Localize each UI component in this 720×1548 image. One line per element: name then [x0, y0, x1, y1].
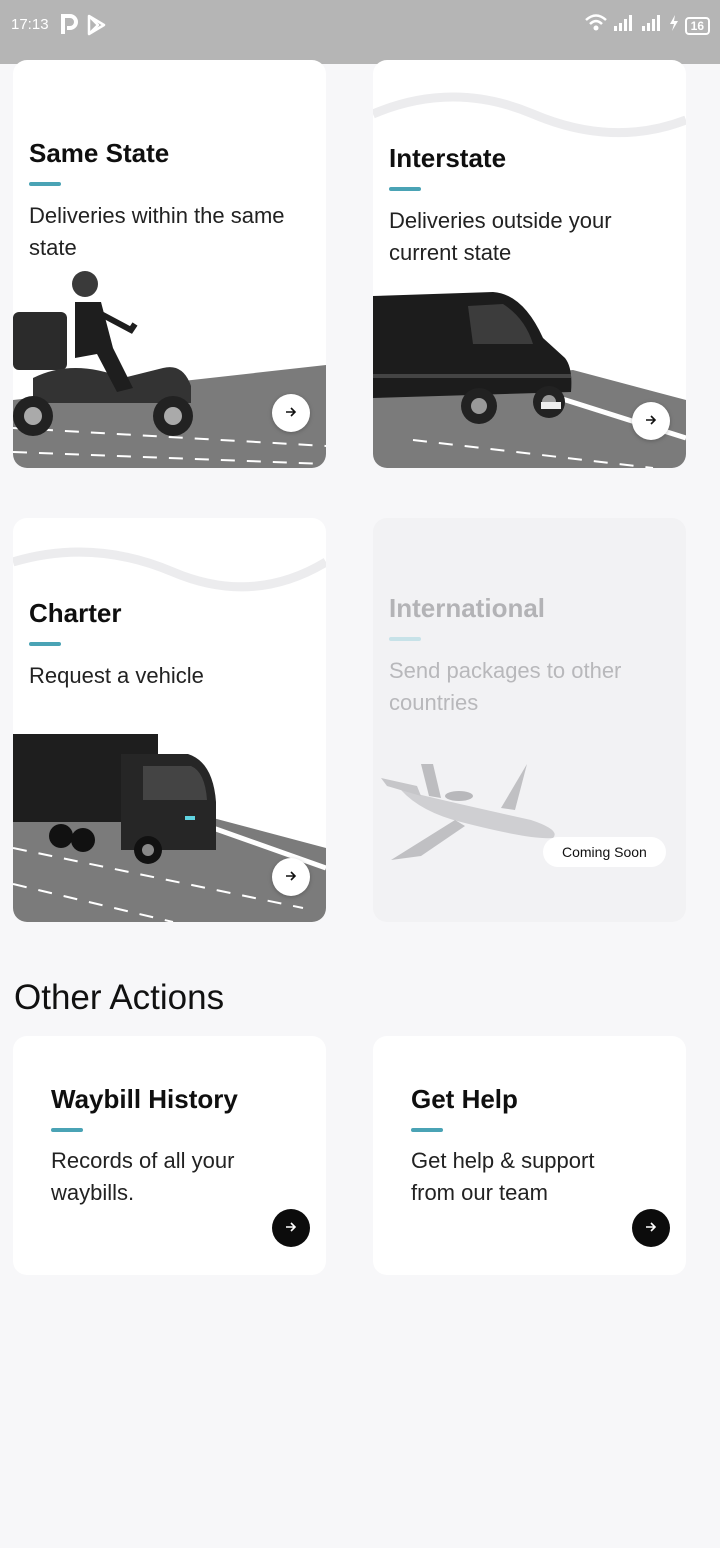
same-state-arrow-button[interactable]: [272, 394, 310, 432]
card-title: Same State: [29, 138, 170, 168]
arrow-right-icon: [285, 868, 297, 886]
section-title: Other Actions: [14, 978, 225, 1017]
charter-arrow-button[interactable]: [272, 858, 310, 896]
card-title: Waybill History: [51, 1084, 238, 1114]
card-title: Get Help: [411, 1084, 518, 1114]
airplane-icon: [381, 764, 555, 860]
get-help-card[interactable]: Get Help Get help & support from our tea…: [373, 1036, 686, 1275]
charter-card[interactable]: Charter Request a vehicle: [13, 518, 326, 922]
accent-bar: [29, 642, 61, 646]
waybill-history-card[interactable]: Waybill History Records of all your wayb…: [13, 1036, 326, 1275]
card-description: Send packages to other countries: [389, 658, 622, 715]
signal-icon: [613, 14, 635, 37]
accent-bar: [411, 1128, 443, 1132]
interstate-arrow-button[interactable]: [632, 402, 670, 440]
card-title: International: [389, 593, 546, 623]
arrow-right-icon: [645, 1219, 657, 1237]
play-store-icon: [86, 14, 106, 41]
coming-soon-badge: Coming Soon: [543, 837, 666, 867]
status-bar: 17:13 16: [0, 0, 720, 64]
charging-icon: [669, 14, 679, 37]
arrow-right-icon: [285, 1219, 297, 1237]
international-card: International Send packages to other cou…: [373, 518, 686, 922]
card-title: Interstate: [389, 143, 507, 173]
card-description: Request a vehicle: [29, 663, 204, 688]
waybill-history-arrow-button[interactable]: [272, 1209, 310, 1247]
accent-bar: [51, 1128, 83, 1132]
card-description: Records of all your waybills.: [51, 1148, 235, 1205]
accent-bar: [389, 637, 421, 641]
card-description: Deliveries outside your current state: [389, 208, 612, 265]
truck-icon: [13, 734, 216, 864]
interstate-card[interactable]: Interstate Deliveries outside your curre…: [373, 60, 686, 468]
card-description: Deliveries within the same state: [29, 203, 285, 260]
parking-app-icon: [60, 14, 78, 41]
van-icon: [373, 292, 572, 424]
signal-icon: [641, 14, 663, 37]
card-description: Get help & support from our team: [411, 1148, 595, 1205]
battery-indicator: 16: [684, 16, 710, 35]
status-time: 17:13: [11, 16, 49, 33]
get-help-arrow-button[interactable]: [632, 1209, 670, 1247]
arrow-right-icon: [285, 404, 297, 422]
card-title: Charter: [29, 598, 122, 628]
arrow-right-icon: [645, 412, 657, 430]
same-state-card[interactable]: Same State Deliveries within the same st…: [13, 60, 326, 468]
accent-bar: [29, 182, 61, 186]
scooter-icon: [13, 271, 193, 436]
wave-decoration: [13, 547, 326, 592]
accent-bar: [389, 187, 421, 191]
wifi-icon: [584, 14, 607, 37]
wave-decoration: [373, 92, 686, 138]
